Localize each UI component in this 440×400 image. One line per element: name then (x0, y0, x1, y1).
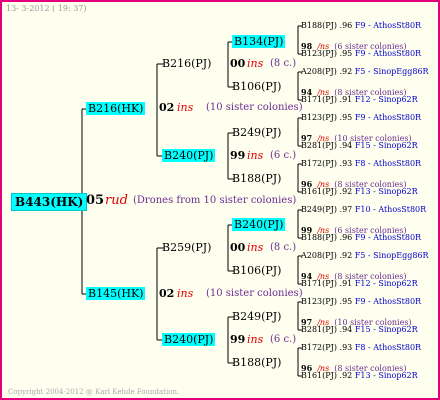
g4-rel: F10 - AthosSt80R (354, 205, 427, 214)
root-species: rud (105, 193, 128, 208)
g4-id: B281(PJ) (301, 141, 337, 150)
parent-1-note: (10 sister colonies) (206, 102, 303, 113)
g4-id: B188(PJ) (301, 21, 337, 30)
ggp-node-3[interactable]: B249(PJ) (232, 127, 281, 138)
gp-2-note: (6 c.) (270, 150, 297, 161)
timestamp: 13- 3-2012 ( 19: 37) (6, 4, 87, 13)
g4-id: B172(PJ) (301, 343, 337, 352)
root-note: (Drones from 10 sister colonies) (133, 195, 297, 206)
g4-id: A208(PJ) (301, 67, 337, 76)
g4-val: .92 (339, 371, 353, 380)
g4-rel: F12 - Sinop62R (354, 279, 418, 288)
gp-node-3[interactable]: B259(PJ) (162, 242, 211, 253)
g4-id: A208(PJ) (301, 251, 337, 260)
gp-3-note: (8 c.) (270, 242, 297, 253)
g4-id: B188(PJ) (301, 233, 337, 242)
g4-id: B123(PJ) (301, 113, 337, 122)
g4-id: B171(PJ) (301, 95, 337, 104)
g4-id: B123(PJ) (301, 297, 337, 306)
g4-rel: F9 - AthosSt80R (354, 233, 422, 242)
g4-id: B281(PJ) (301, 325, 337, 334)
g4-val: .92 (339, 251, 353, 260)
gp-3-num: 00 (230, 241, 246, 254)
gp-1-num: 00 (230, 57, 246, 70)
g4-val: .91 (339, 279, 353, 288)
ggp-node-4[interactable]: B188(PJ) (232, 173, 281, 184)
g4-val: .92 (339, 187, 353, 196)
gp-4-num: 99 (230, 333, 246, 346)
g4-rel: F15 - Sinop62R (354, 141, 418, 150)
g4-val: .95 (339, 297, 353, 306)
g4-id: B161(PJ) (301, 371, 337, 380)
parent-node-1[interactable]: B216(HK) (86, 102, 146, 115)
g4-val: .97 (339, 205, 353, 214)
g4-val: .94 (339, 141, 353, 150)
g4-id: B171(PJ) (301, 279, 337, 288)
g4-id: B249(PJ) (301, 205, 337, 214)
ggp-node-6[interactable]: B106(PJ) (232, 265, 281, 276)
g4-val: .93 (339, 343, 353, 352)
g4-rel: F13 - Sinop62R (354, 187, 418, 196)
ggp-node-2[interactable]: B106(PJ) (232, 81, 281, 92)
gp-4-note: (6 c.) (270, 334, 297, 345)
gp-node-4[interactable]: B240(PJ) (162, 333, 216, 346)
g4-rel: F8 - AthosSt80R (354, 343, 422, 352)
g4-val: .94 (339, 325, 353, 334)
parent-1-num: 02 (159, 101, 175, 114)
g4-rel: F9 - AthosSt80R (354, 49, 422, 58)
pedigree-chart: 13- 3-2012 ( 19: 37) B443(HK) 05 rud (Dr… (0, 0, 440, 400)
g4-val: .96 (339, 21, 353, 30)
root-num: 05 (86, 193, 105, 208)
g4-val: .91 (339, 95, 353, 104)
g4-rel: F5 - SinopEgg86R (354, 67, 429, 76)
ggp-node-8[interactable]: B188(PJ) (232, 357, 281, 368)
g4-rel: F5 - SinopEgg86R (354, 251, 429, 260)
g4-rel: F12 - Sinop62R (354, 95, 418, 104)
g4-val: .96 (339, 233, 353, 242)
parent-2-species: ins (177, 287, 194, 300)
parent-2-num: 02 (159, 287, 175, 300)
g4-rel: F9 - AthosSt80R (354, 113, 422, 122)
gp-2-num: 99 (230, 149, 246, 162)
gp-node-2[interactable]: B240(PJ) (162, 149, 216, 162)
g4-val: .95 (339, 49, 353, 58)
ggp-node-1[interactable]: B134(PJ) (232, 35, 286, 48)
root-node[interactable]: B443(HK) (11, 193, 88, 211)
g4-rel: F13 - Sinop62R (354, 371, 418, 380)
g4-rel: F8 - AthosSt80R (354, 159, 422, 168)
g4-id: B123(PJ) (301, 49, 337, 58)
copyright: Copyright 2004-2012 @ Karl Kehde Foundat… (8, 388, 180, 396)
g4-id: B172(PJ) (301, 159, 337, 168)
g4-val: .93 (339, 159, 353, 168)
ggp-node-5[interactable]: B240(PJ) (232, 218, 286, 231)
gp-2-species: ins (247, 149, 264, 162)
g4-id: B161(PJ) (301, 187, 337, 196)
gp-4-species: ins (247, 333, 264, 346)
g4-rel: F15 - Sinop62R (354, 325, 418, 334)
gp-1-species: ins (247, 57, 264, 70)
g4-rel: F9 - AthosSt80R (354, 297, 422, 306)
ggp-node-7[interactable]: B249(PJ) (232, 311, 281, 322)
parent-node-2[interactable]: B145(HK) (86, 287, 146, 300)
gp-3-species: ins (247, 241, 264, 254)
g4-rel: F9 - AthosSt80R (354, 21, 422, 30)
g4-val: .95 (339, 113, 353, 122)
parent-1-species: ins (177, 101, 194, 114)
gp-1-note: (8 c.) (270, 58, 297, 69)
g4-val: .92 (339, 67, 353, 76)
parent-2-note: (10 sister colonies) (206, 288, 303, 299)
gp-node-1[interactable]: B216(PJ) (162, 58, 211, 69)
